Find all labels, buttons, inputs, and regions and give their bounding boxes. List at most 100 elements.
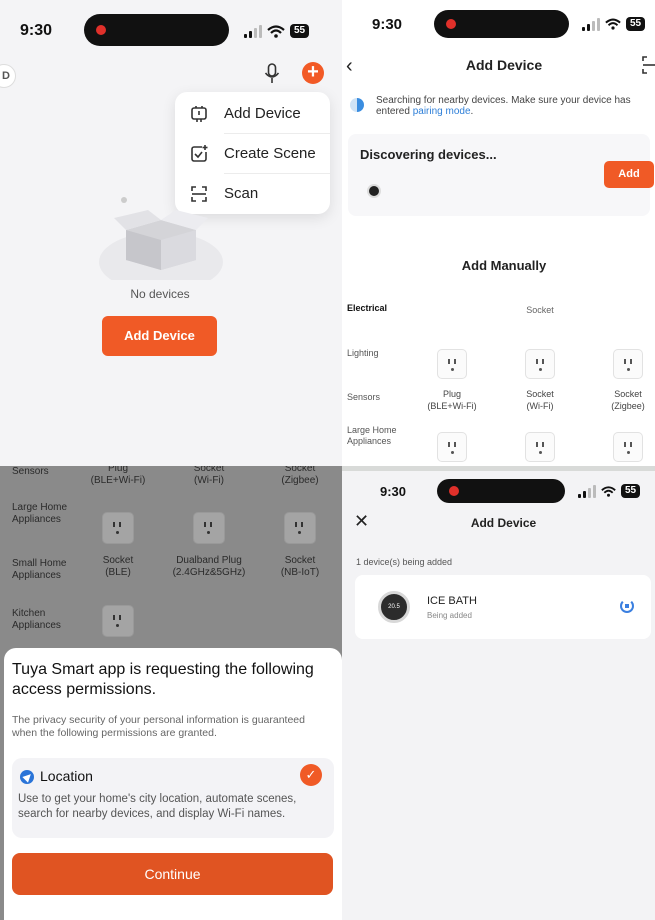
pairing-mode-link[interactable]: pairing mode [413,106,471,117]
dynamic-island [84,14,229,46]
scene-icon [191,145,208,162]
device-line2: (Zigbee) [281,475,319,486]
wifi-icon [267,24,285,38]
device-line2: (2.4GHz&5GHz) [172,567,246,578]
menu-label: Add Device [224,105,301,122]
dynamic-island [434,10,569,38]
menu-label: Create Scene [224,145,316,162]
device-option-dualband-plug: Dualband Plug (2.4GHz&5GHz) [164,555,254,579]
column-heading-socket: Socket [526,305,554,315]
device-state: Being added [427,611,472,620]
status-time: 9:30 [380,484,407,499]
status-bar: 9:30 55 [0,0,342,56]
add-button[interactable]: Add [604,161,654,188]
socket-icon [193,512,225,544]
socket-icon[interactable] [437,432,467,462]
device-icon [191,106,207,122]
page-title: Add Device [465,57,543,73]
status-bar: 9:30 55 [342,0,655,56]
dynamic-island [437,479,565,503]
discovering-title: Discovering devices... [360,147,497,162]
status-icons: 55 [578,484,641,498]
page-title: Add Device [470,516,537,530]
add-device-screen: 9:30 55 ‹ Add Device Searching for nearb… [342,0,655,466]
device-line2: (NB-IoT) [280,567,320,578]
device-card[interactable]: 20.5 ICE BATH Being added [355,575,651,639]
socket-icon[interactable] [525,349,555,379]
device-option-socket-wifi: Socket (Wi-Fi) [164,466,254,487]
found-device-icon [367,184,381,198]
device-option-socket-wifi[interactable]: Socket (Wi-Fi) [505,388,575,412]
add-manually-heading: Add Manually [461,258,547,273]
device-line2: (Zigbee) [611,401,645,411]
device-line2: (BLE+Wi-Fi) [90,475,146,486]
category-sensors: Sensors [12,466,49,477]
device-line1: Socket [193,466,225,474]
searching-hint: Searching for nearby devices. Make sure … [376,95,641,117]
check-icon[interactable]: ✓ [300,764,322,786]
category-electrical[interactable]: Electrical [347,303,387,314]
device-line1: Socket [284,466,316,474]
adding-device-screen: 9:30 55 ✕ Add Device 1 device(s) being a… [342,471,655,920]
add-device-button[interactable]: Add Device [102,316,217,356]
continue-button[interactable]: Continue [12,853,333,895]
device-option-socket-zigbee[interactable]: Socket (Zigbee) [593,388,655,412]
category-kitchen-appliances: Kitchen Appliances [12,608,61,631]
device-line2: (Wi-Fi) [526,401,554,411]
menu-item-create-scene[interactable]: Create Scene [175,134,330,174]
device-line1: Socket [102,555,134,566]
home-avatar[interactable]: D [0,64,16,88]
device-option-plug-ble-wifi[interactable]: Plug (BLE+Wi-Fi) [417,388,487,412]
category-lighting[interactable]: Lighting [347,348,379,359]
socket-icon [102,512,134,544]
thermostat-icon: 20.5 [378,591,410,623]
permission-sheet: Tuya Smart app is requesting the followi… [4,648,342,920]
microphone-icon[interactable] [262,62,282,86]
devices-being-added-count: 1 device(s) being added [356,557,453,567]
socket-icon[interactable] [525,432,555,462]
wifi-icon [601,485,616,497]
home-screen: 9:30 55 D + Add Device Create Scene Scan [0,0,342,466]
socket-icon[interactable] [437,349,467,379]
category-sensors[interactable]: Sensors [347,392,380,403]
device-line1: Socket [614,389,642,399]
hint-period: . [470,106,474,117]
category-large-home-appliances[interactable]: Large Home Appliances [347,425,402,447]
device-line2: (BLE) [105,567,131,578]
socket-icon [284,512,316,544]
device-option-plug: Plug (BLE+Wi-Fi) [73,466,163,487]
status-time: 9:30 [20,22,53,39]
signal-icon [582,17,600,31]
category-small-home-appliances: Small Home Appliances [12,558,67,581]
scan-icon[interactable] [642,56,655,74]
socket-icon[interactable] [613,349,643,379]
empty-box-illustration [99,197,223,280]
permission-subtitle: The privacy security of your personal in… [12,714,305,739]
battery-icon: 55 [621,484,641,498]
device-line1: Dualband Plug [176,555,242,566]
signal-icon [244,24,262,38]
permission-name: Location [40,768,93,784]
searching-spinner-icon [350,98,364,112]
discovering-card: Discovering devices... Add [348,134,654,216]
socket-icon[interactable] [613,432,643,462]
location-icon [20,770,34,784]
device-option-socket-zigbee: Socket (Zigbee) [255,466,342,487]
location-permission-card[interactable]: Location ✓ Use to get your home's city l… [12,758,334,838]
signal-icon [578,484,596,498]
loading-spinner-icon [620,599,634,613]
wifi-icon [605,18,621,30]
menu-item-add-device[interactable]: Add Device [175,94,330,134]
status-icons: 55 [582,17,646,31]
device-line2: (BLE+Wi-Fi) [427,401,477,411]
device-option-socket-ble: Socket (BLE) [73,555,163,579]
device-name: ICE BATH [427,595,477,607]
status-time: 9:30 [372,16,403,33]
add-plus-button[interactable]: + [302,62,324,84]
device-line1: Socket [526,389,554,399]
record-dot-icon [96,25,106,35]
device-option-socket-nbiot: Socket (NB-IoT) [255,555,342,579]
menu-label: Scan [224,185,259,202]
battery-icon: 55 [626,17,646,31]
record-dot-icon [446,19,456,29]
